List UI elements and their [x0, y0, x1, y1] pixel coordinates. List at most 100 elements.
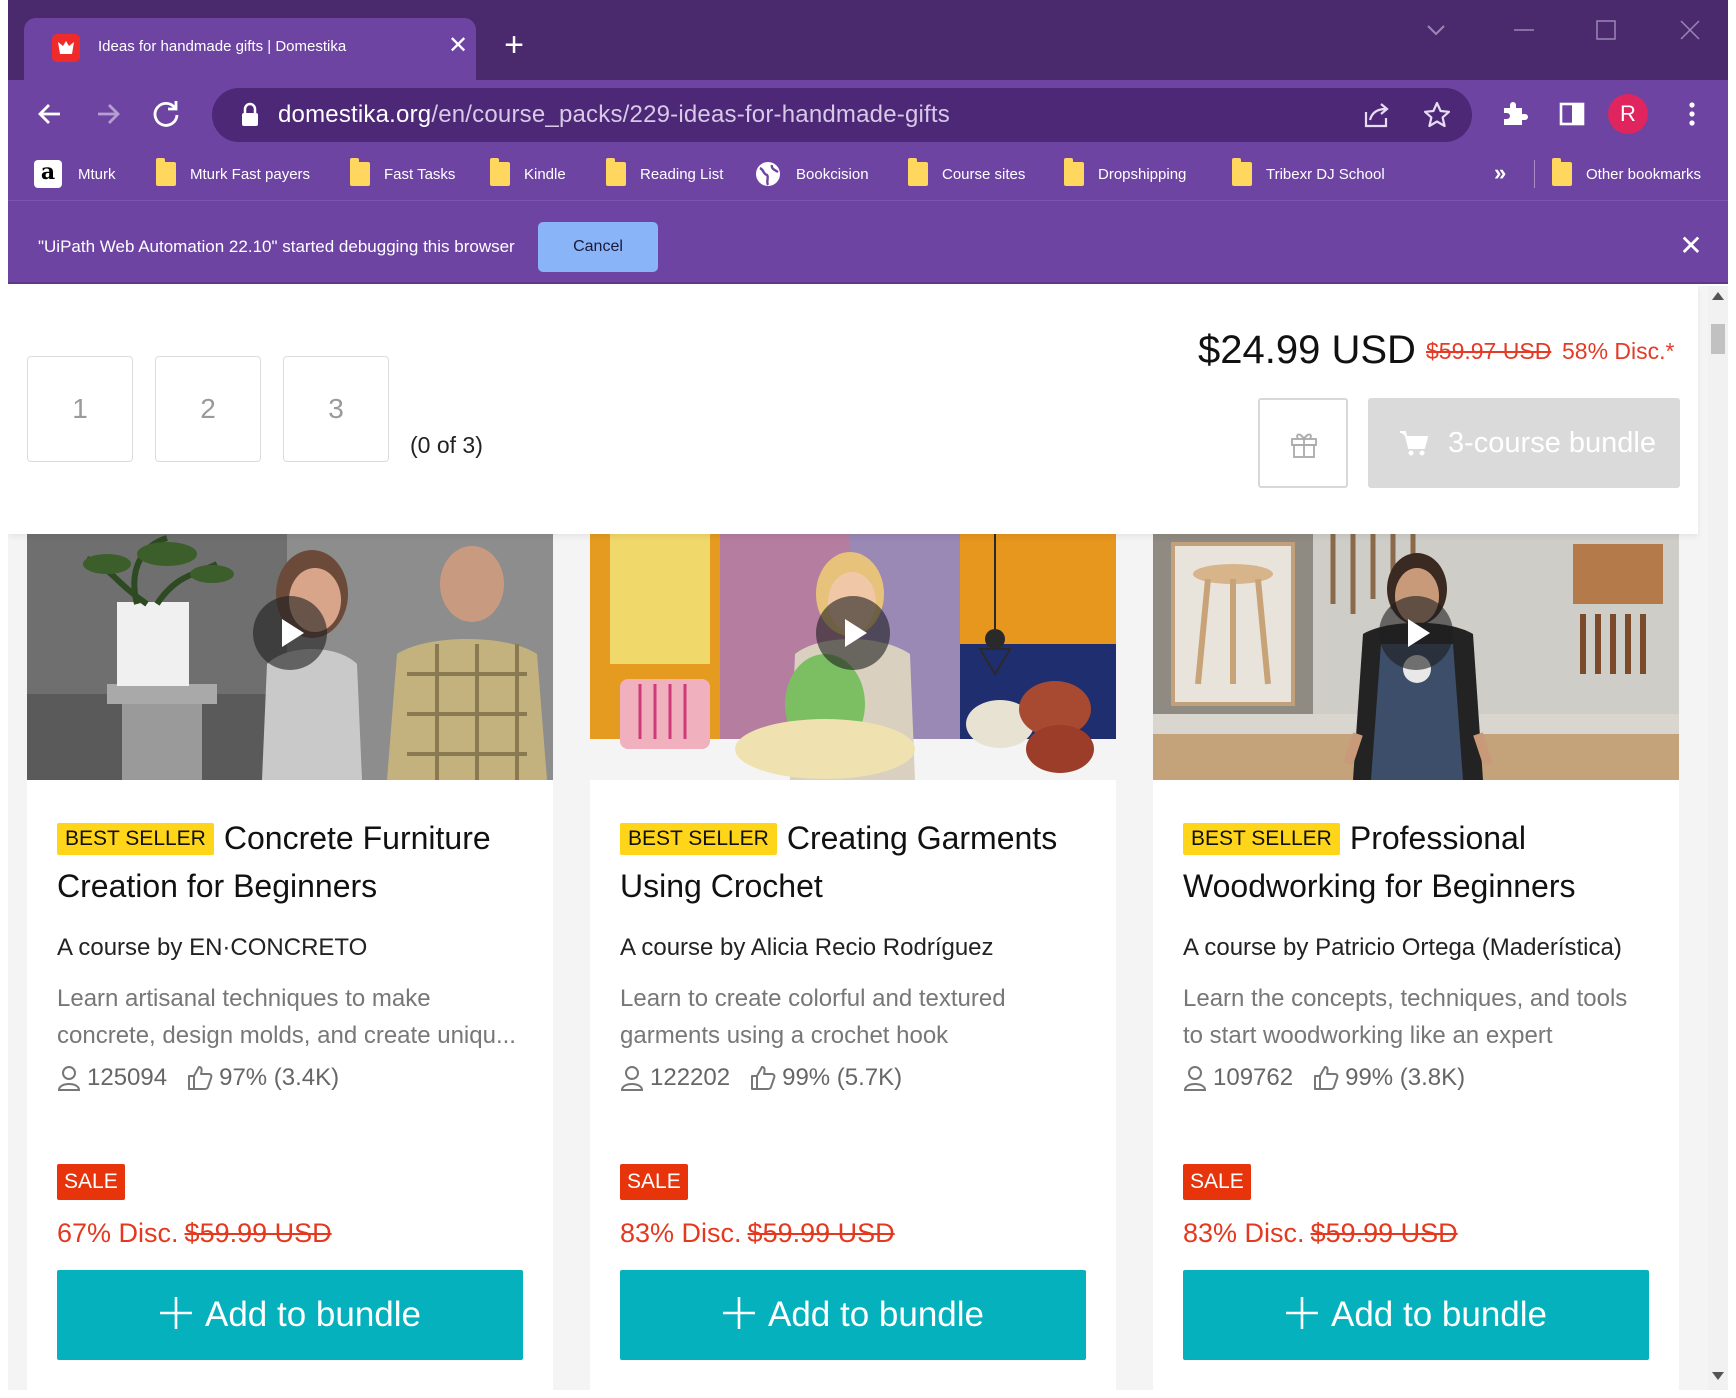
folder-icon	[1064, 158, 1084, 186]
browser-toolbar: domestika.org/en/course_packs/229-ideas-…	[8, 80, 1728, 148]
tab-close-icon[interactable]: ✕	[444, 32, 472, 60]
buy-bundle-button[interactable]: 3-course bundle	[1368, 398, 1680, 488]
bookmark-tribexr[interactable]: Tribexr DJ School	[1232, 158, 1385, 188]
course-thumbnail[interactable]	[1153, 534, 1679, 780]
course-description: Learn to create colorful and textured ga…	[620, 985, 1006, 1049]
course-author[interactable]: A course by EN·CONCRETO	[57, 934, 367, 962]
scroll-up-arrow-icon[interactable]	[1712, 292, 1724, 300]
course-title[interactable]: BEST SELLER Creating Garments Using Croch…	[620, 814, 1090, 910]
course-stats: 125094 97% (3.4K)	[57, 1064, 339, 1092]
gift-button[interactable]	[1258, 398, 1348, 488]
add-to-bundle-label: Add to bundle	[767, 1295, 984, 1334]
bundle-slot-3[interactable]: 3	[283, 356, 389, 462]
course-discount: 83% Disc.	[1183, 1218, 1305, 1248]
amazon-icon: a	[34, 160, 62, 188]
sale-badge: SALE	[620, 1164, 688, 1200]
side-panel-icon[interactable]	[1552, 94, 1592, 134]
infobar-message: "UiPath Web Automation 22.10" started de…	[38, 237, 515, 256]
bookmark-label: Mturk Fast payers	[190, 165, 311, 183]
bundle-slot-1[interactable]: 1	[27, 356, 133, 462]
minimize-icon[interactable]	[1508, 14, 1540, 46]
page-scrollbar[interactable]	[1708, 286, 1728, 1390]
course-title[interactable]: BEST SELLER Concrete Furniture Creation f…	[57, 814, 527, 910]
browser-window: Ideas for handmade gifts | Domestika ✕ +	[8, 0, 1728, 1390]
add-to-bundle-label: Add to bundle	[1330, 1295, 1547, 1334]
bookmark-label: Dropshipping	[1098, 165, 1187, 183]
maximize-icon[interactable]	[1590, 14, 1622, 46]
play-icon	[845, 619, 867, 647]
cancel-debugging-button[interactable]: Cancel	[538, 222, 658, 272]
share-icon[interactable]	[1362, 100, 1392, 130]
bookmark-label: Kindle	[524, 165, 566, 183]
course-author[interactable]: A course by Alicia Recio Rodríguez	[620, 934, 994, 962]
bundle-slot-2[interactable]: 2	[155, 356, 261, 462]
bundle-panel: 1 2 3 (0 of 3) $24.99 USD $59.97 USD 58%…	[8, 286, 1698, 534]
bookmark-course-sites[interactable]: Course sites	[908, 158, 1025, 188]
browser-menu-icon[interactable]	[1672, 94, 1712, 134]
add-to-bundle-button[interactable]: Add to bundle	[620, 1270, 1086, 1360]
url-path: /en/course_packs/229-ideas-for-handmade-…	[431, 101, 950, 128]
bookmark-kindle[interactable]: Kindle	[490, 158, 566, 188]
url-host: domestika.org	[278, 101, 432, 128]
reload-icon[interactable]	[146, 94, 186, 134]
course-card-crochet: BEST SELLER Creating Garments Using Croch…	[590, 534, 1116, 1390]
folder-icon	[1232, 158, 1252, 186]
course-stats: 109762 99% (3.8K)	[1183, 1064, 1465, 1092]
bookmark-mturk-fast-payers[interactable]: Mturk Fast payers	[156, 158, 311, 188]
thumbs-up-icon	[1314, 1066, 1339, 1090]
user-icon	[57, 1066, 81, 1091]
play-icon	[282, 619, 304, 647]
rating: 99% (5.7K)	[782, 1064, 903, 1091]
course-thumbnail[interactable]	[27, 534, 553, 780]
domestika-favicon-icon	[52, 34, 80, 62]
bookmark-mturk[interactable]: a Mturk	[34, 160, 116, 188]
folder-icon	[606, 158, 626, 186]
bundle-count: (0 of 3)	[410, 432, 483, 458]
course-thumbnail[interactable]	[590, 534, 1116, 780]
forward-arrow-icon[interactable]	[88, 94, 128, 134]
tab-title: Ideas for handmade gifts | Domestika	[98, 38, 347, 55]
scroll-down-arrow-icon[interactable]	[1712, 1372, 1724, 1380]
url-text[interactable]: domestika.org/en/course_packs/229-ideas-…	[278, 101, 950, 129]
back-arrow-icon[interactable]	[30, 94, 70, 134]
scrollbar-thumb[interactable]	[1711, 324, 1725, 354]
plus-icon	[159, 1297, 192, 1329]
course-card-woodworking: BEST SELLER Professional Woodworking for …	[1153, 534, 1679, 1390]
bookmark-label: Mturk	[78, 165, 116, 183]
rating: 97% (3.4K)	[219, 1064, 340, 1091]
user-icon	[620, 1066, 644, 1091]
play-video-button[interactable]	[816, 596, 890, 670]
course-old-price: $59.99 USD	[747, 1218, 895, 1248]
bookmark-reading-list[interactable]: Reading List	[606, 158, 723, 188]
sale-badge: SALE	[57, 1164, 125, 1200]
student-count: 125094	[87, 1064, 168, 1091]
course-title[interactable]: BEST SELLER Professional Woodworking for …	[1183, 814, 1653, 910]
address-bar[interactable]: domestika.org/en/course_packs/229-ideas-…	[212, 88, 1472, 142]
course-author[interactable]: A course by Patricio Ortega (Maderística…	[1183, 934, 1622, 962]
folder-icon	[156, 158, 176, 186]
new-tab-button[interactable]: +	[498, 28, 530, 62]
extensions-puzzle-icon[interactable]	[1494, 94, 1534, 134]
bookmark-dropshipping[interactable]: Dropshipping	[1064, 158, 1187, 188]
infobar-close-icon[interactable]: ✕	[1676, 231, 1706, 261]
tab-search-chevron-icon[interactable]	[1420, 14, 1452, 46]
bookmark-star-icon[interactable]	[1422, 100, 1452, 130]
folder-icon	[490, 158, 510, 186]
bookmarks-bar: a Mturk Mturk Fast payers Fast Tasks Kin…	[8, 148, 1728, 200]
bookmarks-overflow-chevron-icon[interactable]: »	[1494, 160, 1506, 186]
bookmark-fast-tasks[interactable]: Fast Tasks	[350, 158, 455, 188]
profile-avatar[interactable]: R	[1608, 94, 1648, 134]
bookmark-other-bookmarks[interactable]: Other bookmarks	[1552, 158, 1702, 188]
bundle-price: $24.99 USD	[1198, 328, 1416, 372]
play-video-button[interactable]	[1379, 596, 1453, 670]
bookmark-bookcision[interactable]: Bookcision	[754, 160, 869, 188]
play-video-button[interactable]	[253, 596, 327, 670]
gift-icon	[1291, 433, 1317, 458]
window-close-icon[interactable]	[1674, 14, 1706, 46]
sale-badge: SALE	[1183, 1164, 1251, 1200]
bookmark-label: Other bookmarks	[1586, 165, 1702, 183]
buy-bundle-label: 3-course bundle	[1448, 427, 1656, 459]
add-to-bundle-button[interactable]: Add to bundle	[57, 1270, 523, 1360]
active-tab[interactable]: Ideas for handmade gifts | Domestika ✕	[24, 18, 476, 80]
add-to-bundle-button[interactable]: Add to bundle	[1183, 1270, 1649, 1360]
